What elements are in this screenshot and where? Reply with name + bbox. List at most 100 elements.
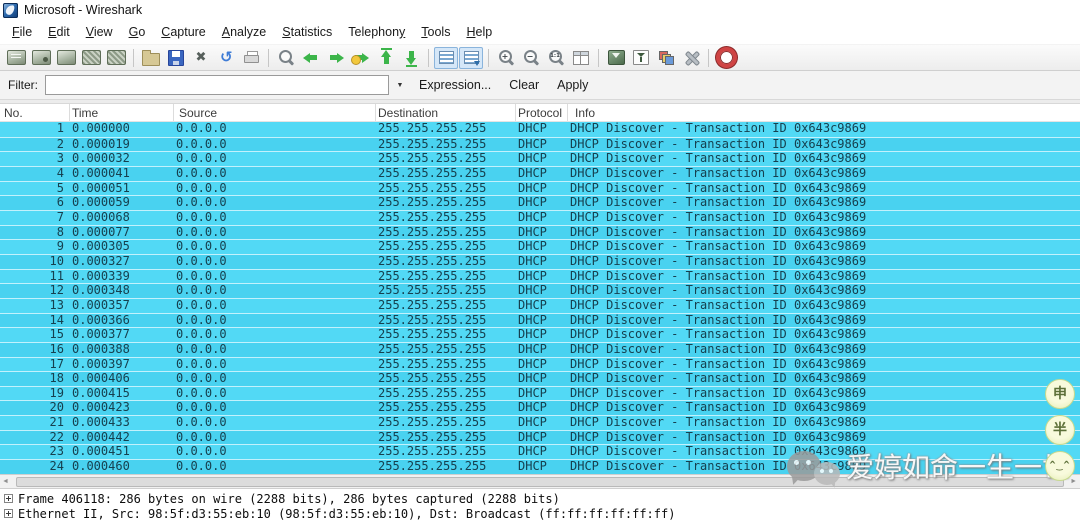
- filter-label: Filter:: [8, 78, 38, 92]
- window-title: Microsoft - Wireshark: [24, 3, 143, 17]
- menu-item-help[interactable]: Help: [458, 22, 500, 42]
- menu-item-tools[interactable]: Tools: [413, 22, 458, 42]
- cell-no: 19: [49, 386, 64, 400]
- column-header-destination[interactable]: Destination: [376, 104, 516, 121]
- preferences-icon: [684, 50, 699, 65]
- scroll-left-arrow-icon[interactable]: ◄: [2, 475, 9, 488]
- packet-row-18[interactable]: 18 0.000406 0.0.0.0 255.255.255.255 DHCP DHCP…: [0, 371, 1080, 386]
- filter-input[interactable]: [45, 75, 389, 95]
- packet-row-19[interactable]: 19 0.000415 0.0.0.0 255.255.255.255 DHCP DHCP…: [0, 385, 1080, 401]
- menu-item-statistics[interactable]: Statistics: [274, 22, 340, 42]
- cell-destination: 255.255.255.255: [378, 254, 487, 268]
- packet-row-2[interactable]: 2 0.000019 0.0.0.0 255.255.255.255 DHCP DHCP …: [0, 136, 1080, 152]
- packet-row-9[interactable]: 9 0.000305 0.0.0.0 255.255.255.255 DHCP DHCP …: [0, 239, 1080, 254]
- print-packets-icon: [243, 51, 259, 64]
- packet-row-5[interactable]: 5 0.000051 0.0.0.0 255.255.255.255 DHCP DHCP …: [0, 180, 1080, 196]
- zoom-100-button[interactable]: 1:1: [544, 47, 568, 69]
- menu-item-capture[interactable]: Capture: [153, 22, 213, 42]
- packet-row-17[interactable]: 17 0.000397 0.0.0.0 255.255.255.255 DHCP DHCP…: [0, 356, 1080, 372]
- packet-row-4[interactable]: 4 0.000041 0.0.0.0 255.255.255.255 DHCP DHCP …: [0, 165, 1080, 181]
- go-first-packet-button[interactable]: [374, 47, 398, 69]
- filter-dropdown-arrow-icon[interactable]: ▼: [392, 82, 408, 89]
- packet-row-13[interactable]: 13 0.000357 0.0.0.0 255.255.255.255 DHCP DHCP…: [0, 297, 1080, 313]
- packet-row-6[interactable]: 6 0.000059 0.0.0.0 255.255.255.255 DHCP DHCP …: [0, 195, 1080, 210]
- menu-item-view[interactable]: View: [78, 22, 121, 42]
- column-header-protocol[interactable]: Protocol: [516, 104, 568, 121]
- packet-row-14[interactable]: 14 0.000366 0.0.0.0 255.255.255.255 DHCP DHCP…: [0, 312, 1080, 328]
- cell-time: 0.000019: [72, 137, 130, 151]
- resize-columns-button[interactable]: [569, 47, 593, 69]
- scrollbar-thumb[interactable]: [16, 476, 1064, 487]
- capture-filters-button[interactable]: [604, 47, 628, 69]
- packet-row-1[interactable]: 1 0.000000 0.0.0.0 255.255.255.255 DHCP DHCP …: [0, 122, 1080, 137]
- scroll-right-arrow-icon[interactable]: ►: [1070, 475, 1077, 488]
- packet-row-10[interactable]: 10 0.000327 0.0.0.0 255.255.255.255 DHCP DHCP…: [0, 253, 1080, 269]
- cell-info: DHCP Discover - Transaction ID 0x643c986…: [570, 269, 867, 283]
- capture-start-button[interactable]: [54, 47, 78, 69]
- column-header-no[interactable]: No.: [0, 104, 70, 121]
- cell-protocol: DHCP: [518, 357, 547, 371]
- detail-line-1[interactable]: Frame 406118: 286 bytes on wire (2288 bi…: [0, 491, 1080, 506]
- detail-line-2[interactable]: Ethernet II, Src: 98:5f:d3:55:eb:10 (98:…: [0, 506, 1080, 521]
- packet-row-7[interactable]: 7 0.000068 0.0.0.0 255.255.255.255 DHCP DHCP …: [0, 209, 1080, 225]
- print-packets-button[interactable]: [239, 47, 263, 69]
- packet-row-21[interactable]: 21 0.000433 0.0.0.0 255.255.255.255 DHCP DHCP…: [0, 415, 1080, 430]
- packet-row-12[interactable]: 12 0.000348 0.0.0.0 255.255.255.255 DHCP DHCP…: [0, 283, 1080, 298]
- menu-item-go[interactable]: Go: [121, 22, 154, 42]
- close-capture-file-button[interactable]: ✖: [189, 47, 213, 69]
- title-bar[interactable]: Microsoft - Wireshark: [0, 0, 1080, 20]
- packet-row-8[interactable]: 8 0.000077 0.0.0.0 255.255.255.255 DHCP DHCP …: [0, 224, 1080, 240]
- clear-button[interactable]: Clear: [500, 75, 548, 95]
- go-to-packet-button[interactable]: [349, 47, 373, 69]
- capture-restart-button[interactable]: [104, 47, 128, 69]
- colorize-packet-list-button[interactable]: [434, 46, 458, 69]
- menu-item-edit[interactable]: Edit: [40, 22, 78, 42]
- packet-row-24[interactable]: 24 0.000460 0.0.0.0 255.255.255.255 DHCP DHCP…: [0, 459, 1080, 474]
- go-forward-button[interactable]: [324, 47, 348, 69]
- find-packet-button[interactable]: [274, 47, 298, 69]
- expand-icon[interactable]: [4, 509, 13, 518]
- packet-row-20[interactable]: 20 0.000423 0.0.0.0 255.255.255.255 DHCP DHCP…: [0, 400, 1080, 416]
- horizontal-scrollbar[interactable]: ◄ ►: [0, 474, 1080, 489]
- colorize-packet-list-icon: [438, 51, 454, 64]
- packet-row-11[interactable]: 11 0.000339 0.0.0.0 255.255.255.255 DHCP DHCP…: [0, 268, 1080, 284]
- go-last-packet-button[interactable]: [399, 47, 423, 69]
- reload-capture-file-button[interactable]: ↻: [214, 47, 238, 69]
- cell-time: 0.000442: [72, 430, 130, 444]
- cell-info: DHCP Discover - Transaction ID 0x643c986…: [570, 210, 867, 224]
- expand-icon[interactable]: [4, 494, 13, 503]
- menu-item-analyze[interactable]: Analyze: [214, 22, 274, 42]
- column-header-time[interactable]: Time: [70, 104, 174, 121]
- menu-item-telephony[interactable]: Telephony: [340, 22, 413, 42]
- cell-protocol: DHCP: [518, 269, 547, 283]
- cell-protocol: DHCP: [518, 342, 547, 356]
- packet-row-16[interactable]: 16 0.000388 0.0.0.0 255.255.255.255 DHCP DHCP…: [0, 341, 1080, 357]
- zoom-in-button[interactable]: +: [494, 47, 518, 69]
- zoom-out-button[interactable]: −: [519, 47, 543, 69]
- zoom-100-icon: 1:1: [548, 50, 564, 65]
- open-capture-file-button[interactable]: [139, 47, 163, 69]
- capture-options-button[interactable]: [29, 47, 53, 69]
- capture-stop-button[interactable]: [79, 47, 103, 69]
- column-header-source[interactable]: Source: [174, 104, 376, 121]
- save-capture-file-button[interactable]: [164, 47, 188, 69]
- packet-row-15[interactable]: 15 0.000377 0.0.0.0 255.255.255.255 DHCP DHCP…: [0, 327, 1080, 342]
- cell-time: 0.000406: [72, 372, 130, 386]
- menu-item-file[interactable]: File: [4, 22, 40, 42]
- preferences-button[interactable]: [679, 47, 703, 69]
- coloring-rules-button[interactable]: [654, 47, 678, 69]
- display-filters-button[interactable]: [629, 47, 653, 69]
- packet-row-22[interactable]: 22 0.000442 0.0.0.0 255.255.255.255 DHCP DHCP…: [0, 429, 1080, 445]
- go-back-button[interactable]: [299, 47, 323, 69]
- expression-button[interactable]: Expression...: [410, 75, 500, 95]
- packet-row-3[interactable]: 3 0.000032 0.0.0.0 255.255.255.255 DHCP DHCP …: [0, 151, 1080, 166]
- apply-button[interactable]: Apply: [548, 75, 597, 95]
- packet-row-23[interactable]: 23 0.000451 0.0.0.0 255.255.255.255 DHCP DHCP…: [0, 444, 1080, 460]
- cell-info: DHCP Discover - Transaction ID 0x643c986…: [570, 372, 867, 386]
- column-header-info[interactable]: Info: [568, 104, 1080, 121]
- cell-no: 3: [56, 152, 64, 166]
- help-contents-button[interactable]: [714, 47, 738, 69]
- list-interfaces-button[interactable]: [4, 47, 28, 69]
- auto-scroll-in-live-capture-button[interactable]: [459, 46, 483, 69]
- cell-time: 0.000051: [72, 181, 130, 195]
